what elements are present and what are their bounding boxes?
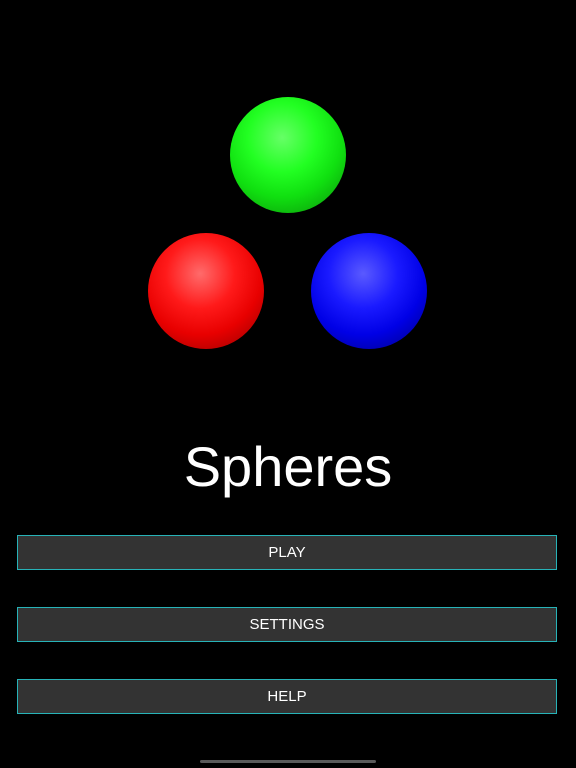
red-sphere — [148, 233, 264, 349]
green-sphere — [230, 97, 346, 213]
home-indicator[interactable] — [200, 760, 376, 763]
play-button-label: PLAY — [268, 544, 306, 561]
help-button-label: HELP — [267, 688, 307, 705]
settings-button-label: SETTINGS — [249, 616, 325, 633]
help-button[interactable]: HELP — [17, 679, 557, 714]
game-title: Spheres — [183, 435, 393, 498]
play-button[interactable]: PLAY — [17, 535, 557, 570]
blue-sphere — [311, 233, 427, 349]
settings-button[interactable]: SETTINGS — [17, 607, 557, 642]
main-menu-screen: Spheres PLAY SETTINGS HELP — [0, 0, 576, 768]
